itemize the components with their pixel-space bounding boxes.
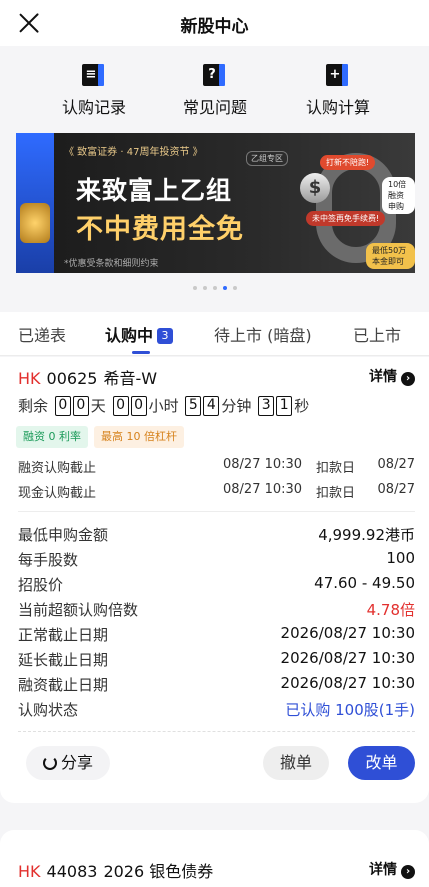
ipo-status-tabs: 已递表 认购中 3 待上市 (暗盘) 已上市	[0, 312, 429, 356]
market-label: HK	[18, 862, 41, 881]
pagination-dot[interactable]	[212, 286, 217, 290]
stock-code: 00625	[46, 369, 98, 388]
share-icon	[42, 756, 57, 770]
quick-link-label: 常见问题	[182, 98, 247, 117]
info-row: 每手股数 100	[18, 549, 415, 569]
quick-link-subscription-records[interactable]: ≡ 认购记录	[39, 64, 149, 118]
ipo-card: HK 00625 希音-W 详情 › 剩余 00天 0 0 小时 5 4 分钟 31秒 融资 …	[0, 357, 429, 803]
quick-links: ≡ 认购记录 ? 常见问题 + 认购计算	[0, 46, 429, 132]
banner-disclaimer: *优惠受条款和细则约束	[64, 259, 159, 269]
banner-zone-label: 乙组专区	[246, 151, 288, 166]
cancel-order-button[interactable]: 撤单	[263, 746, 329, 780]
quick-link-label: 认购计算	[305, 98, 370, 117]
banner-pagination	[0, 286, 429, 290]
pagination-dot[interactable]	[202, 286, 207, 290]
margin-rate-chip: 融资 0 利率	[16, 426, 88, 448]
chevron-right-icon: ›	[401, 865, 415, 879]
share-button[interactable]: 分享	[26, 746, 110, 780]
gold-coins-image	[20, 203, 50, 243]
stock-name: 2026 银色债券	[103, 862, 214, 881]
banner-pill: 打新不陪跑!	[320, 155, 376, 170]
stock-code: 44083	[46, 862, 98, 881]
active-tab-indicator	[132, 351, 150, 354]
divider	[18, 731, 415, 732]
deadline-row: 现金认购截止 08/27 10:30 扣款日 08/27	[18, 482, 415, 501]
banner-pill: 未中签再免手续费!	[306, 211, 386, 226]
tab-pending-listing[interactable]: 待上市 (暗盘)	[214, 322, 312, 346]
detail-link[interactable]: 详情 ›	[369, 859, 415, 879]
promo-banner[interactable]: 《 致富证券 · 47周年投资节 》 乙组专区 来致富上乙组 不中费用全免 $ …	[16, 133, 415, 273]
detail-link[interactable]: 详情 ›	[369, 366, 415, 386]
banner-pill: 最低50万本金即可	[366, 243, 415, 269]
tab-filed[interactable]: 已递表	[18, 322, 66, 346]
calculator-icon: +	[326, 64, 350, 88]
chevron-right-icon: ›	[401, 372, 415, 386]
stock-name: 希音-W	[103, 369, 158, 388]
market-label: HK	[18, 369, 41, 388]
banner-headline-2: 不中费用全免	[76, 214, 244, 245]
modify-order-button[interactable]: 改单	[348, 746, 415, 780]
quick-link-calculator[interactable]: + 认购计算	[283, 64, 393, 118]
dollar-coin-icon: $	[300, 173, 330, 203]
stock-title: HK 00625 希音-W	[18, 365, 157, 389]
ipo-card: HK 44083 2026 银色债券 详情 ›	[0, 830, 429, 887]
feature-chips: 融资 0 利率 最高 10 倍杠杆	[16, 425, 190, 448]
info-row: 正常截止日期 2026/08/27 10:30	[18, 624, 415, 644]
tab-count-badge: 3	[157, 328, 174, 344]
quick-link-faq[interactable]: ? 常见问题	[160, 64, 270, 118]
page-title: 新股中心	[180, 17, 249, 37]
quick-link-label: 认购记录	[61, 98, 126, 117]
info-row: 延长截止日期 2026/08/27 10:30	[18, 649, 415, 669]
info-row: 认购状态 已认购 100股(1手)	[18, 701, 415, 719]
pagination-dot[interactable]	[232, 286, 237, 290]
stock-title: HK 44083 2026 银色债券	[18, 858, 213, 882]
book-icon: ≡	[82, 64, 106, 88]
pagination-dot[interactable]	[192, 286, 197, 290]
pagination-dot[interactable]	[222, 286, 227, 290]
divider	[18, 511, 415, 512]
top-bar: 新股中心	[0, 0, 429, 46]
deadline-row: 融资认购截止 08/27 10:30 扣款日 08/27	[18, 457, 415, 476]
info-row: 当前超额认购倍数 4.78倍	[18, 601, 415, 619]
leverage-chip: 最高 10 倍杠杆	[94, 426, 184, 448]
banner-pill: 10倍融资申购	[382, 177, 415, 214]
question-icon: ?	[203, 64, 227, 88]
banner-headline-1: 来致富上乙组	[76, 176, 233, 205]
info-row: 最低申购金额 4,999.92港币	[18, 526, 415, 544]
info-row: 融资截止日期 2026/08/27 10:30	[18, 674, 415, 694]
tab-subscribing[interactable]: 认购中 3	[105, 322, 174, 346]
countdown: 剩余 00天 0 0 小时 5 4 分钟 31秒	[18, 395, 310, 416]
tab-listed[interactable]: 已上市	[353, 322, 401, 346]
banner-tag: 《 致富证券 · 47周年投资节 》	[64, 147, 203, 158]
info-row: 招股价 47.60 - 49.50	[18, 574, 415, 594]
